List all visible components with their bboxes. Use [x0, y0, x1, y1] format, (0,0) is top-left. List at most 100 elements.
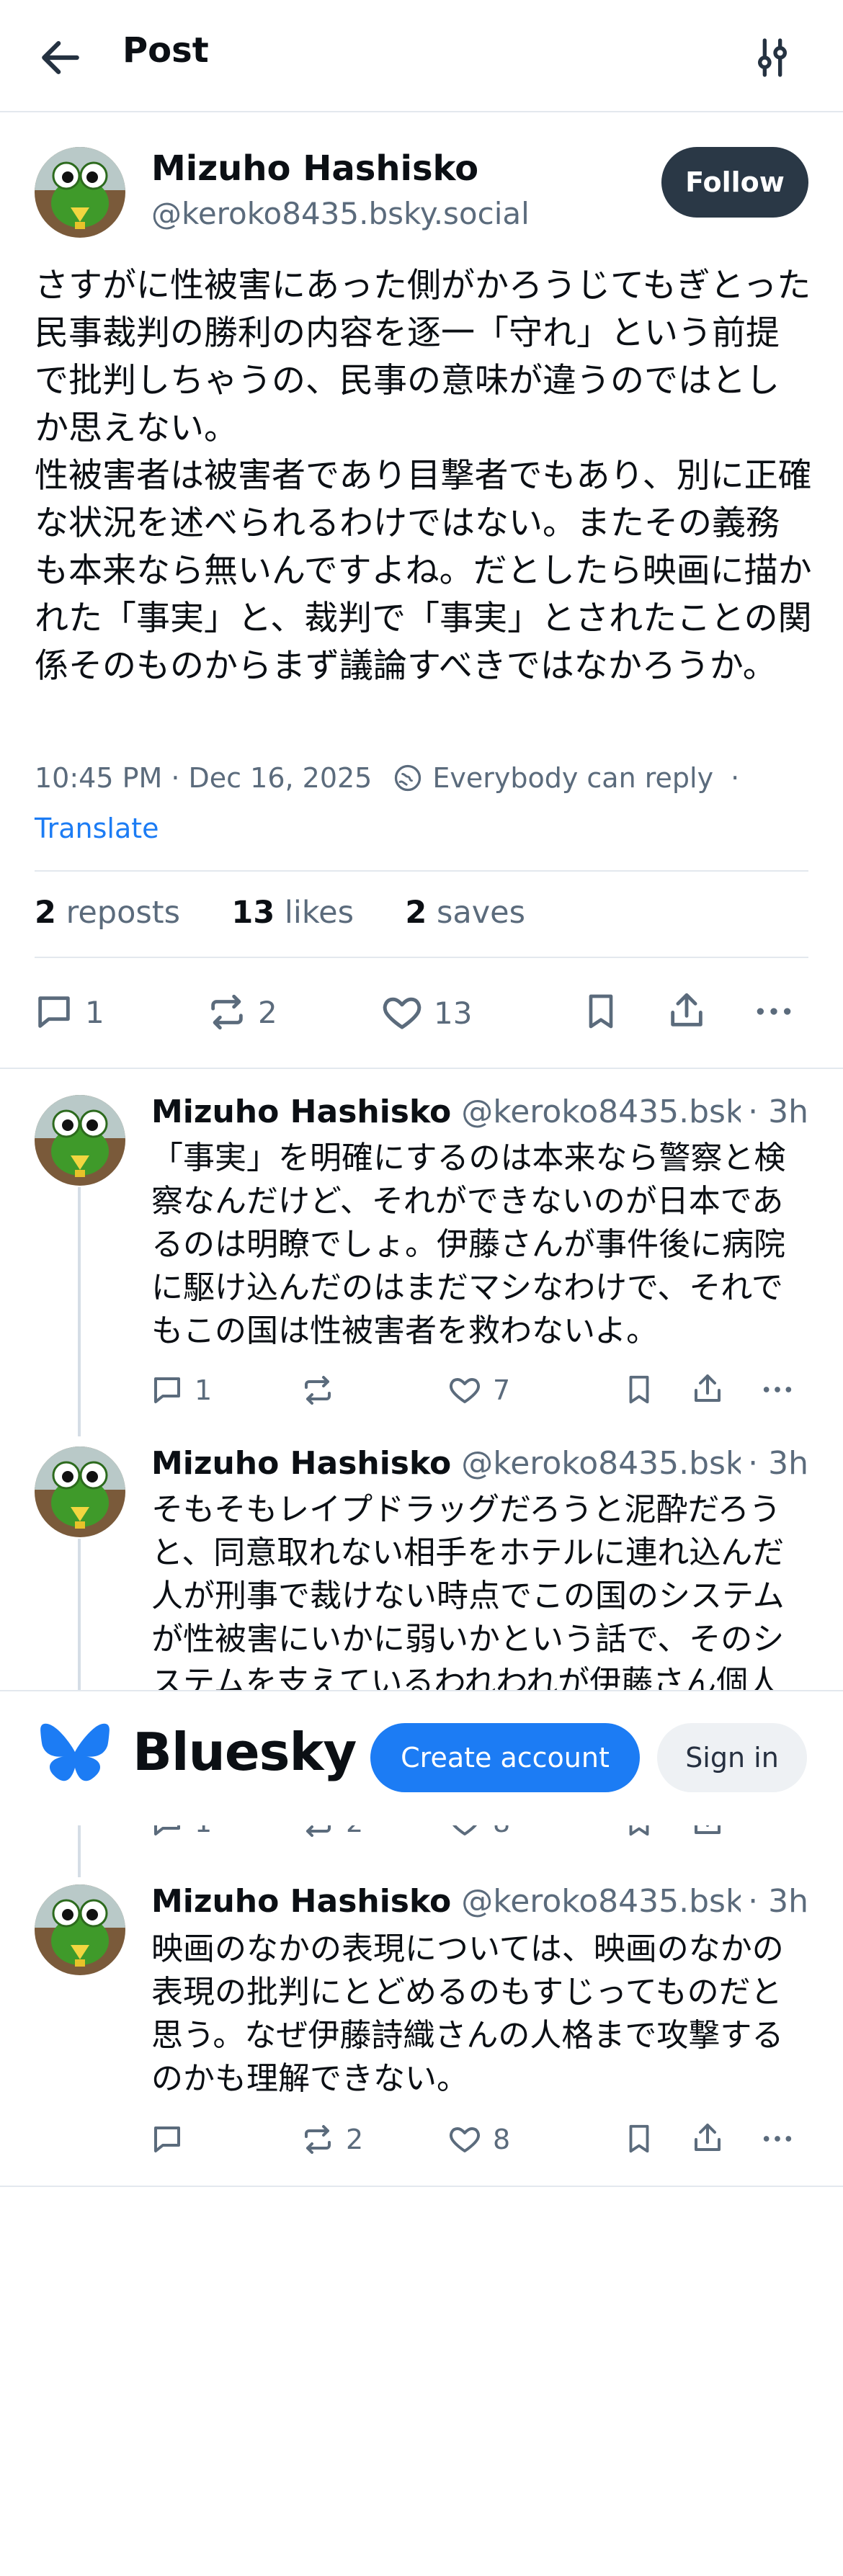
avatar[interactable]: [35, 1446, 125, 1537]
bookmark-icon: [623, 1373, 656, 1406]
reply-count: 1: [195, 1374, 213, 1406]
author-handle[interactable]: @keroko8435.bsk...: [461, 1094, 774, 1130]
share-icon: [690, 2121, 725, 2155]
bookmark-button[interactable]: [623, 1824, 656, 1838]
post-meta: 10:45 PM · Dec 16, 2025 Everybody can re…: [35, 762, 739, 794]
more-icon: [759, 1824, 795, 1838]
divider: [0, 2186, 843, 2187]
create-account-button[interactable]: Create account: [370, 1723, 640, 1792]
brand-wordmark: Bluesky: [133, 1722, 357, 1782]
frog-avatar-image: [35, 1884, 125, 1975]
avatar[interactable]: [35, 1884, 125, 1975]
reply-text: そもそもレイプドラッグだろうと泥酔だろうと、同意取れない相手をホテルに連れ込んだ…: [151, 1491, 785, 1690]
like-count: 13: [434, 995, 473, 1031]
repost-button[interactable]: 2: [206, 991, 277, 1033]
more-button[interactable]: [759, 1824, 795, 1838]
author-handle[interactable]: @keroko8435.bsk...: [461, 1445, 774, 1482]
like-heart-icon: [380, 991, 424, 1034]
reply-header: Mizuho Hashisko @keroko8435.bsk...: [151, 1883, 810, 1920]
reply-icon: [150, 1373, 184, 1408]
divider: [35, 957, 808, 958]
avatar[interactable]: [35, 147, 125, 238]
like-count: 8: [493, 1824, 510, 1838]
reply-icon: [150, 1824, 184, 1840]
author-name[interactable]: Mizuho Hashisko: [151, 1445, 451, 1482]
author-handle[interactable]: @keroko8435.bsky.social: [151, 196, 530, 231]
sign-in-button[interactable]: Sign in: [657, 1723, 807, 1792]
divider: [35, 870, 808, 872]
author-name[interactable]: Mizuho Hashisko: [151, 1094, 451, 1130]
bookmark-button[interactable]: [623, 1373, 656, 1406]
reply-icon: [33, 991, 75, 1033]
reply-count: 1: [195, 1824, 212, 1838]
like-button[interactable]: 8: [447, 2122, 510, 2157]
author-handle[interactable]: @keroko8435.bsk...: [461, 1883, 774, 1920]
reposts-label: reposts: [66, 895, 181, 931]
repost-icon: [300, 1373, 336, 1408]
bookmark-button[interactable]: [581, 991, 621, 1032]
reply-icon: [150, 2122, 184, 2157]
share-icon: [690, 1824, 725, 1838]
like-button[interactable]: 7: [447, 1373, 510, 1408]
top-bar: Post: [0, 0, 843, 112]
repost-button[interactable]: [300, 1373, 346, 1408]
reply-time[interactable]: · 3h: [741, 1445, 808, 1482]
repost-count: 2: [346, 2124, 364, 2155]
reply-button[interactable]: [150, 2122, 195, 2157]
like-button[interactable]: 8: [447, 1824, 510, 1840]
reply-button[interactable]: 1: [33, 991, 104, 1033]
thread-options-button[interactable]: [749, 35, 800, 81]
reply-setting[interactable]: Everybody can reply: [432, 762, 713, 794]
reposts-stat[interactable]: 2 reposts: [35, 895, 180, 931]
post-text: さすがに性被害にあった側がかろうじてもぎとった民事裁判の勝利の内容を逐一「守れ」…: [35, 266, 812, 686]
reply-time[interactable]: · 3h: [741, 1883, 808, 1920]
likes-label: likes: [284, 895, 354, 931]
bookmark-icon: [623, 1824, 656, 1838]
reposts-count: 2: [35, 895, 56, 931]
back-button[interactable]: [36, 33, 85, 82]
saves-label: saves: [436, 895, 526, 931]
follow-button[interactable]: Follow: [661, 147, 808, 218]
page-title: Post: [122, 30, 209, 71]
share-icon: [690, 1372, 725, 1406]
bookmark-button[interactable]: [623, 2122, 656, 2155]
frog-avatar-image: [35, 1095, 125, 1186]
reply-time[interactable]: · 3h: [741, 1094, 808, 1130]
reply-button[interactable]: 1: [150, 1373, 212, 1408]
like-heart-icon: [447, 1373, 483, 1408]
likes-stat[interactable]: 13 likes: [231, 895, 354, 931]
bookmark-icon: [623, 2122, 656, 2155]
like-count: 7: [493, 1374, 511, 1406]
thread-line: [78, 1187, 81, 1436]
divider: [0, 1068, 843, 1069]
more-button[interactable]: [759, 2122, 795, 2155]
reply-button[interactable]: 1: [150, 1824, 212, 1840]
like-count: 8: [493, 2124, 511, 2155]
reply-2-actions-clipped: 1 2 8: [0, 1824, 843, 1853]
author-name[interactable]: Mizuho Hashisko: [151, 1883, 451, 1920]
more-button[interactable]: [759, 1373, 795, 1406]
translate-link[interactable]: Translate: [35, 813, 159, 844]
more-button[interactable]: [752, 991, 795, 1032]
meta-separator: ·: [731, 762, 740, 794]
reply-header: Mizuho Hashisko @keroko8435.bsk...: [151, 1445, 810, 1482]
thread-line: [78, 1539, 81, 1690]
repost-count: 2: [346, 1824, 363, 1838]
author-name[interactable]: Mizuho Hashisko: [151, 148, 478, 189]
share-button[interactable]: [690, 2121, 725, 2155]
reply-text: 「事実」を明確にするのは本来なら警察と検察なんだけど、それができないのが日本であ…: [151, 1140, 786, 1349]
saves-stat[interactable]: 2 saves: [405, 895, 525, 931]
more-icon: [752, 991, 795, 1032]
more-icon: [759, 2122, 795, 2155]
share-button[interactable]: [666, 990, 708, 1032]
filter-sliders-icon: [758, 38, 787, 77]
like-heart-icon: [447, 2122, 483, 2157]
like-button[interactable]: 13: [380, 991, 472, 1034]
saves-count: 2: [405, 895, 427, 931]
share-button[interactable]: [690, 1824, 725, 1838]
repost-button[interactable]: 2: [300, 2122, 363, 2157]
reply-count: 1: [85, 994, 104, 1030]
avatar[interactable]: [35, 1095, 125, 1186]
repost-button[interactable]: 2: [300, 1824, 363, 1840]
share-button[interactable]: [690, 1372, 725, 1406]
